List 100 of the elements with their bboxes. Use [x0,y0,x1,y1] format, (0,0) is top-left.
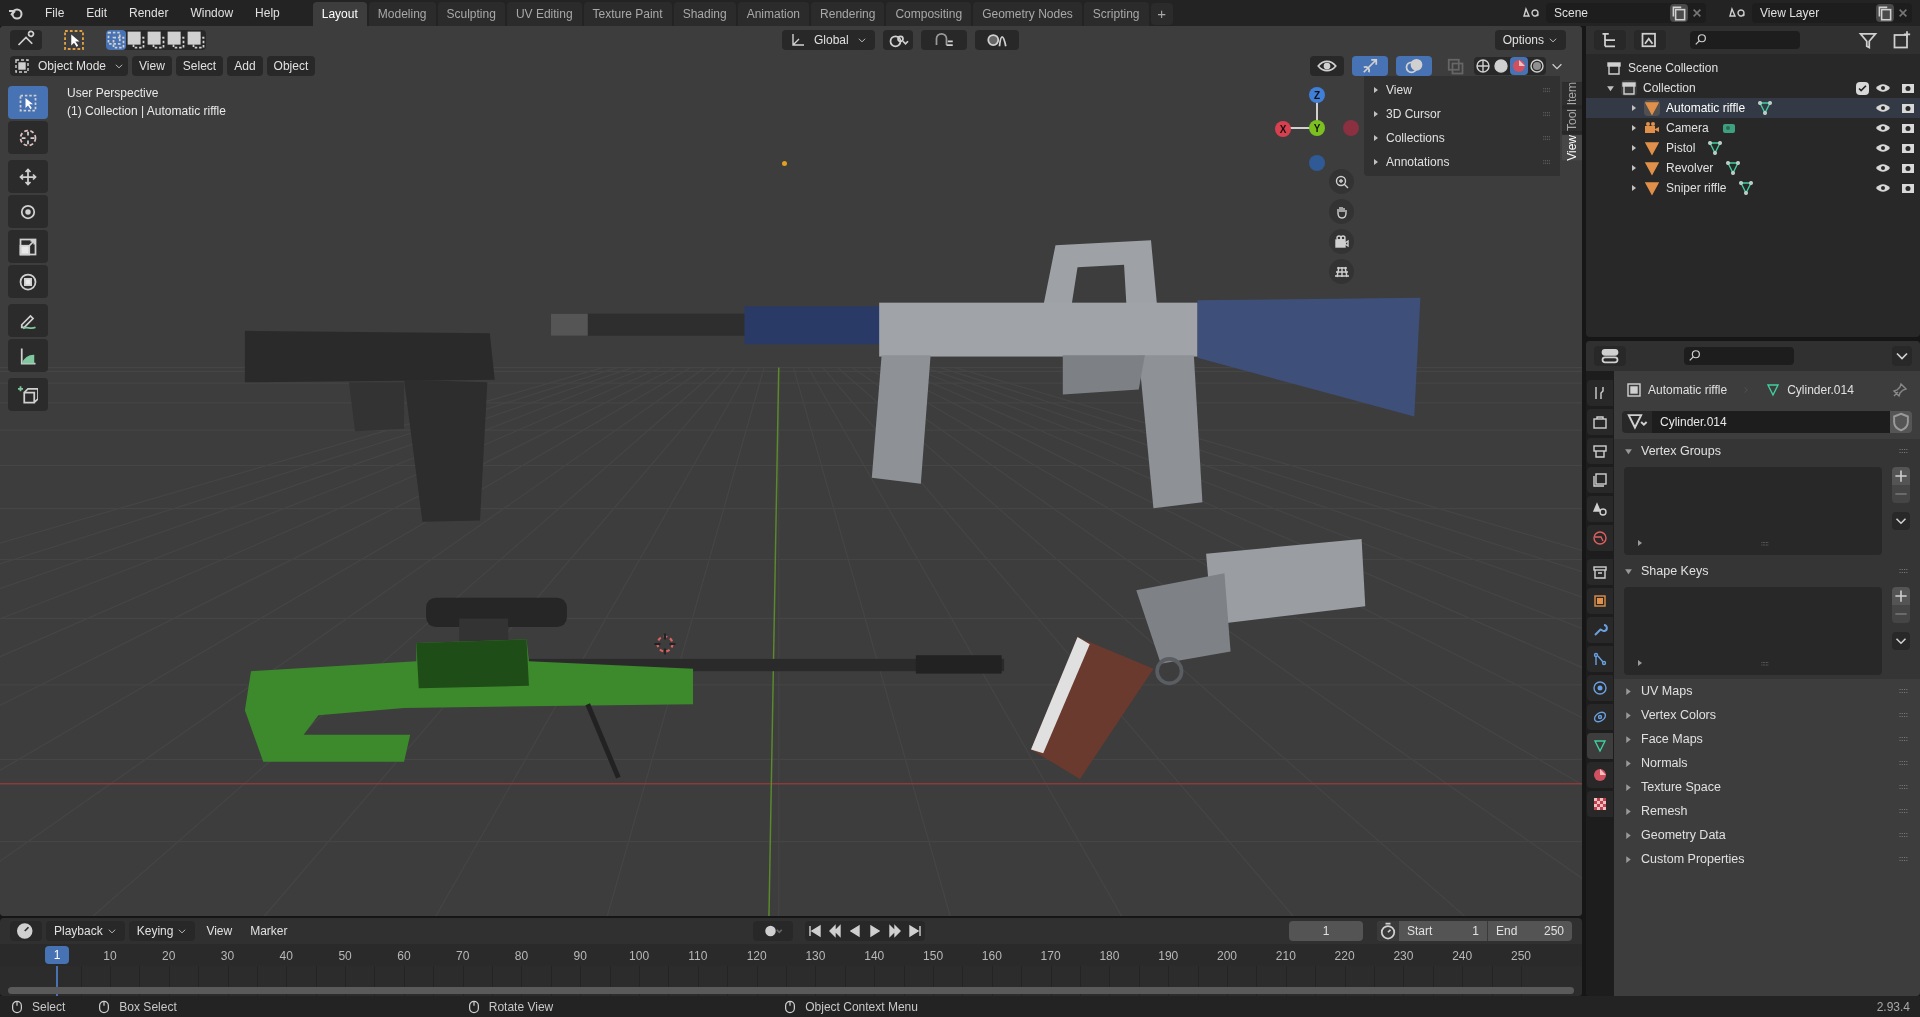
properties-tab[interactable] [1587,559,1613,585]
selection-mode-icon[interactable] [106,30,126,50]
mode-dropdown[interactable]: Object Mode [10,56,129,76]
playhead-frame-label[interactable]: 1 [45,946,69,964]
collapse-triangle-icon[interactable] [1606,83,1615,93]
workspace-tab[interactable]: Animation [737,2,810,26]
chevron-down-icon[interactable] [1892,512,1910,530]
menu-item[interactable]: Add [227,56,263,76]
properties-tab[interactable] [1587,617,1613,643]
sidebar-tab[interactable]: View [1562,135,1582,162]
sidebar-tab[interactable]: Tool [1562,109,1582,132]
wire-sphere-icon[interactable] [1474,57,1492,75]
end-frame-field[interactable]: End 250 [1488,922,1572,940]
properties-tab[interactable] [1587,380,1613,406]
pin-icon[interactable] [1892,382,1908,398]
chevron-down-icon[interactable] [1892,632,1910,650]
plus-icon[interactable] [1892,467,1910,485]
menu-item[interactable]: Help [246,2,289,24]
tree-item[interactable]: Pistol [1586,138,1920,158]
negative-x-axis-handle[interactable] [1343,120,1359,136]
rendered-sphere-icon[interactable] [1528,57,1546,75]
properties-tab[interactable] [1587,733,1613,759]
properties-tab[interactable] [1587,438,1613,464]
current-frame-field[interactable]: 1 [1289,921,1363,941]
menu-item[interactable]: Object [266,56,316,76]
selection-mode-icon[interactable] [186,30,206,50]
mesh-data-icon[interactable] [1725,160,1742,176]
scroll-bar[interactable] [8,987,1574,994]
selection-mode-icon[interactable] [166,30,186,50]
menu-item[interactable]: Edit [77,2,117,24]
workspace-tab[interactable]: Geometry Nodes [973,2,1082,26]
tool-button[interactable] [8,195,48,228]
panel-header[interactable]: Vertex Groups [1614,439,1920,463]
properties-tab[interactable] [1587,525,1613,551]
properties-tab[interactable] [1587,675,1613,701]
outliner-type-icon[interactable] [1594,30,1626,50]
tool-button[interactable] [8,339,48,372]
workspace-tab[interactable]: Texture Paint [583,2,672,26]
tree-item[interactable]: Revolver [1586,158,1920,178]
clock-editor-icon[interactable] [10,921,42,941]
menu-item[interactable]: Select [175,56,224,76]
sphere-icon[interactable] [1510,57,1528,75]
proportional-edit-icon[interactable] [974,30,1019,50]
z-axis-handle[interactable]: Z [1309,87,1325,103]
add-workspace-button[interactable]: + [1150,3,1173,25]
selection-mode-icon[interactable] [146,30,166,50]
editor-type-icon[interactable] [1594,346,1626,366]
mesh-data-icon[interactable] [1757,100,1774,116]
negative-z-axis-handle[interactable] [1309,155,1325,171]
workspace-tab[interactable]: Rendering [811,2,885,26]
pivot-point-icon[interactable] [882,30,913,50]
record-icon[interactable] [752,921,793,941]
workspace-tab[interactable]: UV Editing [506,2,582,26]
menu-item[interactable]: Marker [243,921,295,941]
tree-item[interactable]: Sniper riffle [1586,178,1920,198]
properties-tab[interactable] [1587,791,1613,817]
sidebar-tab[interactable]: Item [1562,82,1582,106]
properties-tab[interactable] [1587,646,1613,672]
name-field[interactable]: Scene [1546,3,1706,23]
menu-dropdown[interactable]: Keying [128,921,196,941]
gizmo-toggle-icon[interactable] [1352,56,1388,76]
new-collection-icon[interactable] [1892,30,1912,50]
panel-header[interactable]: 3D Cursor [1364,102,1560,126]
panel-header[interactable]: Collections [1364,126,1560,150]
snap-magnet-icon[interactable] [920,30,967,50]
expand-triangle-icon[interactable] [1630,124,1638,132]
properties-tab[interactable] [1587,588,1613,614]
mesh-data-browse-icon[interactable] [1622,411,1652,433]
tool-button[interactable] [8,121,48,154]
fake-user-shield-icon[interactable] [1890,411,1912,433]
panel-header[interactable]: Shape Keys [1614,559,1920,583]
tree-item[interactable]: Collection [1586,78,1920,98]
tool-button[interactable] [8,304,48,337]
display-mode-icon[interactable] [1634,30,1666,50]
expand-triangle-icon[interactable] [1630,184,1638,192]
menu-dropdown[interactable]: Playback [46,921,125,941]
start-frame-field[interactable]: Start 1 [1399,922,1487,940]
expand-triangle-icon[interactable] [1630,164,1638,172]
plus-icon[interactable] [1892,587,1910,605]
data-name-field[interactable]: Cylinder.014 [1652,411,1890,433]
properties-tab[interactable] [1587,496,1613,522]
orientation-dropdown[interactable]: Global [782,30,875,50]
checkbox[interactable] [1856,81,1869,95]
expand-triangle-icon[interactable] [1636,659,1644,667]
workspace-tab[interactable]: Compositing [886,2,972,26]
visibility-eye-icon[interactable] [1310,56,1344,76]
stopwatch-icon[interactable] [1377,921,1399,941]
workspace-tab[interactable]: Shading [673,2,736,26]
copy-icon[interactable] [1670,4,1688,22]
properties-tab[interactable] [1587,704,1613,730]
panel-header[interactable]: Annotations [1364,150,1560,174]
search-field[interactable] [1684,347,1794,365]
selection-mode-icon[interactable] [126,30,146,50]
workspace-tab[interactable]: Layout [312,2,367,26]
mesh-data-icon[interactable] [1707,140,1724,156]
x-axis-handle[interactable]: X [1275,121,1291,137]
y-axis-handle[interactable]: Y [1309,120,1325,136]
copy-icon[interactable] [1876,4,1894,22]
workspace-tab[interactable]: Modeling [368,2,436,26]
panel-header[interactable]: View [1364,78,1560,102]
